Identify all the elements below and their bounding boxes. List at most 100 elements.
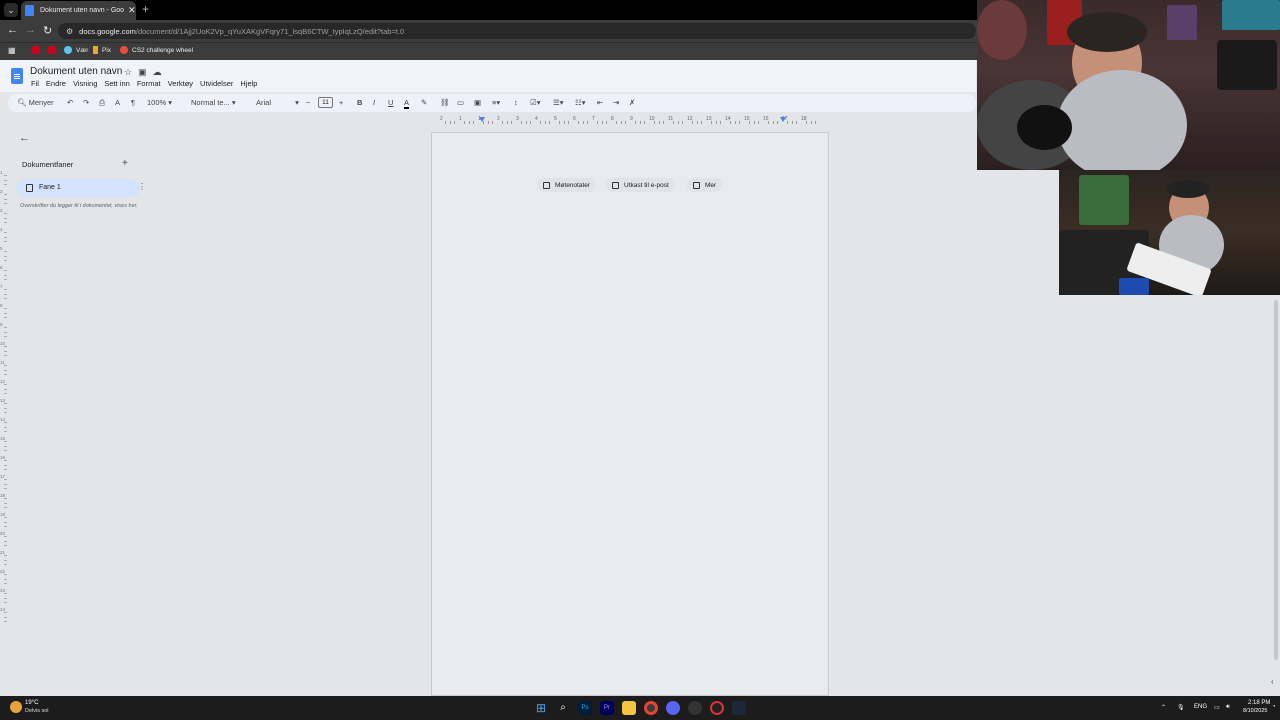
premiere-icon[interactable]: Pr [600,701,614,715]
star-icon[interactable]: ☆ [124,67,138,77]
docs-logo-icon[interactable] [11,68,23,84]
menu-help[interactable]: Hjelp [240,79,257,88]
highlight-icon[interactable]: ✎ [421,98,427,107]
comment-icon[interactable]: ▭ [457,98,464,107]
redo-icon[interactable]: ↷ [83,98,89,107]
document-page[interactable] [431,132,829,696]
language-indicator[interactable]: ENG [1194,704,1207,710]
volume-icon[interactable]: 🔊︎ [1226,704,1230,711]
left-indent-marker[interactable] [479,117,485,122]
start-icon[interactable]: ⊞ [534,701,548,715]
ruler-tick [682,121,684,124]
url-input[interactable]: ⚙ docs.google.com /document/d/1Ajj2UoK2V… [58,23,976,39]
cloud-status-icon[interactable]: ☁ [153,67,168,77]
add-tab-icon[interactable]: + [122,158,128,169]
ruler-number: 5 [554,116,557,122]
vertical-ruler[interactable]: 1 2 3 4 5 6 7 8 9 10 11 12 13 14 15 16 17 18 19 20 21 22 23 24 [0,130,8,694]
line-spacing-icon[interactable]: ↕ [514,98,518,107]
apps-icon[interactable]: ▦ [8,46,16,55]
app-icon[interactable] [710,701,724,715]
forward-icon[interactable]: → [25,24,36,36]
vruler-tick [4,198,7,200]
checklist-icon[interactable]: ☑▾ [530,98,541,107]
move-folder-icon[interactable]: ▣ [138,67,153,77]
notification-icon[interactable]: ◔ [1272,704,1276,710]
menu-format[interactable]: Format [137,79,161,88]
numbered-list-icon[interactable]: ☷▾ [575,98,586,107]
email-draft-chip[interactable]: Utkast til e-post [606,178,675,192]
print-icon[interactable]: ⎙ [99,98,105,108]
decrease-indent-icon[interactable]: ⇤ [597,98,603,107]
zoom-select[interactable]: 100% ▾ [147,98,172,107]
increase-font-size-icon[interactable]: + [339,98,343,107]
new-tab-icon[interactable]: + [142,2,149,16]
link-icon[interactable]: ⛓ [440,98,450,107]
more-options-icon[interactable]: ⋮ [138,182,146,191]
search-menus-button[interactable]: 🔍︎ Menyer [17,98,54,107]
chrome-icon[interactable] [644,701,658,715]
clock-time[interactable]: 2:18 PM [1248,700,1270,706]
network-icon[interactable]: ▭ [1214,704,1220,711]
back-arrow-icon[interactable]: ← [19,132,30,144]
bookmark-youtube-1[interactable] [32,46,44,54]
menu-file[interactable]: Fil [31,79,39,88]
vruler-tick [4,217,7,219]
undo-icon[interactable]: ↶ [67,98,73,107]
bookmark-cs2[interactable]: CS2 challenge wheel [120,46,193,54]
menu-view[interactable]: Visning [73,79,97,88]
photoshop-icon[interactable]: Ps [578,701,592,715]
close-tab-icon[interactable]: ✕ [128,5,136,16]
vruler-tick [4,440,7,442]
font-select[interactable]: Arial ▾ [256,98,299,107]
align-icon[interactable]: ≡▾ [492,98,500,107]
decrease-font-size-icon[interactable]: − [306,98,310,107]
windows-taskbar: 19°C Delvis sol ⊞ ⌕ Ps Pr ⌃ 🎙︎ ENG ▭ 🔊︎ … [0,696,1280,720]
horizontal-ruler[interactable]: 2 1 1 2 3 4 5 6 7 8 9 10 11 12 13 14 15 16 17 18 [432,116,828,124]
style-select[interactable]: Normal te... ▾ [191,98,236,107]
weather-icon[interactable] [10,701,22,713]
text-color-icon[interactable]: A [404,98,410,109]
vruler-number: 1 [0,170,3,175]
bold-icon[interactable]: B [357,98,362,107]
spellcheck-icon[interactable]: A [115,98,120,107]
right-indent-marker[interactable] [780,117,786,122]
image-icon[interactable]: ▣ [474,98,481,107]
underline-icon[interactable]: U [388,98,393,107]
more-chip[interactable]: Mer [687,178,723,192]
menu-tools[interactable]: Verktøy [168,79,193,88]
steam-icon[interactable] [732,701,746,715]
tab-search-icon[interactable]: ⌄ [4,3,18,17]
ruler-tick [511,121,513,124]
page-scrollbar[interactable] [1274,300,1278,660]
menu-extensions[interactable]: Utvidelser [200,79,233,88]
document-title[interactable]: Dokument uten navn [30,66,122,77]
vruler-tick [4,426,7,428]
font-size-input[interactable]: 11 [318,97,333,108]
obs-icon[interactable] [688,701,702,715]
bullet-list-icon[interactable]: ☰▾ [553,98,564,107]
bookmark-weather[interactable]: Vær [64,46,88,54]
reload-icon[interactable]: ↻ [43,24,52,37]
italic-icon[interactable]: I [373,98,375,107]
ruler-tick [525,121,527,124]
discord-icon[interactable] [666,701,680,715]
vruler-tick [4,383,7,385]
document-tab-item[interactable]: Fane 1 ⋮ [16,179,146,197]
site-info-icon[interactable]: ⚙ [66,27,73,36]
increase-indent-icon[interactable]: ⇥ [613,98,619,107]
paint-format-icon[interactable]: ¶ [131,98,135,107]
search-icon[interactable]: ⌕ [556,701,570,715]
file-explorer-icon[interactable] [622,701,636,715]
bookmark-youtube-2[interactable] [48,46,60,54]
meeting-notes-chip[interactable]: Møtenotater [537,178,597,192]
tray-overflow-icon[interactable]: ⌃ [1161,704,1166,711]
back-icon[interactable]: ← [7,24,18,36]
explore-icon[interactable]: ‹ [1271,677,1274,686]
clear-formatting-icon[interactable]: ✗ [629,98,635,107]
clock-date[interactable]: 8/10/2025 [1243,708,1267,714]
browser-tab[interactable]: Dokument uten navn - Google ✕ [21,1,136,20]
menu-edit[interactable]: Endre [46,79,66,88]
menu-insert[interactable]: Sett inn [104,79,129,88]
microphone-icon[interactable]: 🎙︎ [1177,704,1185,711]
bookmark-pix[interactable]: Pix [93,46,111,54]
